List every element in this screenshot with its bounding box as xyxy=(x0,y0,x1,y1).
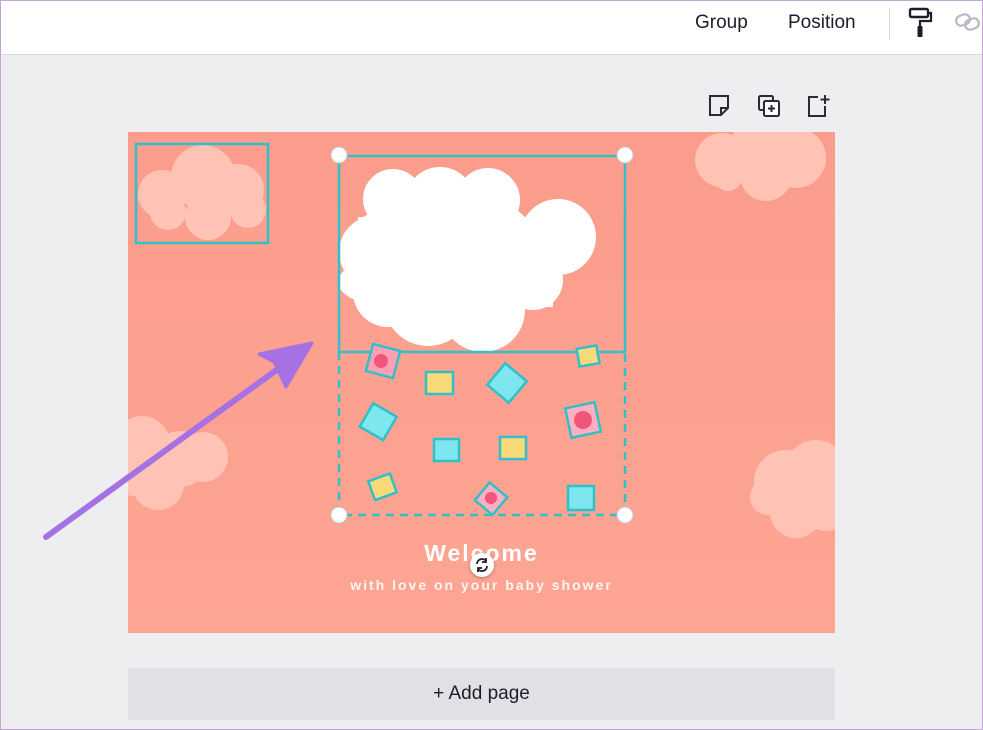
cloud-mid-left[interactable] xyxy=(128,416,228,510)
rotate-handle[interactable] xyxy=(470,553,494,577)
small-cloud-top-left[interactable] xyxy=(134,142,270,245)
link-icon[interactable] xyxy=(953,9,983,35)
confetti-group[interactable] xyxy=(337,342,627,517)
position-button[interactable]: Position xyxy=(788,10,856,36)
design-canvas[interactable]: Welcome with love on your baby shower xyxy=(128,132,835,633)
duplicate-page-icon[interactable] xyxy=(756,93,782,119)
cloud-bottom-right[interactable] xyxy=(750,440,835,538)
resize-handle-bottom-right[interactable] xyxy=(616,506,634,524)
toolbar-divider xyxy=(889,8,890,40)
group-button[interactable]: Group xyxy=(695,10,748,36)
editor-toolbar: Group Position xyxy=(0,0,983,55)
resize-handle-top-right[interactable] xyxy=(616,146,634,164)
note-icon[interactable] xyxy=(706,93,732,119)
rotate-icon xyxy=(476,558,488,572)
cloud-top-right[interactable] xyxy=(695,132,826,201)
paint-roller-icon[interactable] xyxy=(908,7,934,39)
add-page-button[interactable]: + Add page xyxy=(128,668,835,720)
add-page-icon[interactable] xyxy=(805,93,831,119)
welcome-subtitle[interactable]: with love on your baby shower xyxy=(128,577,835,593)
resize-handle-bottom-left[interactable] xyxy=(330,506,348,524)
resize-handle-top-left[interactable] xyxy=(330,146,348,164)
big-white-cloud[interactable] xyxy=(337,154,627,354)
